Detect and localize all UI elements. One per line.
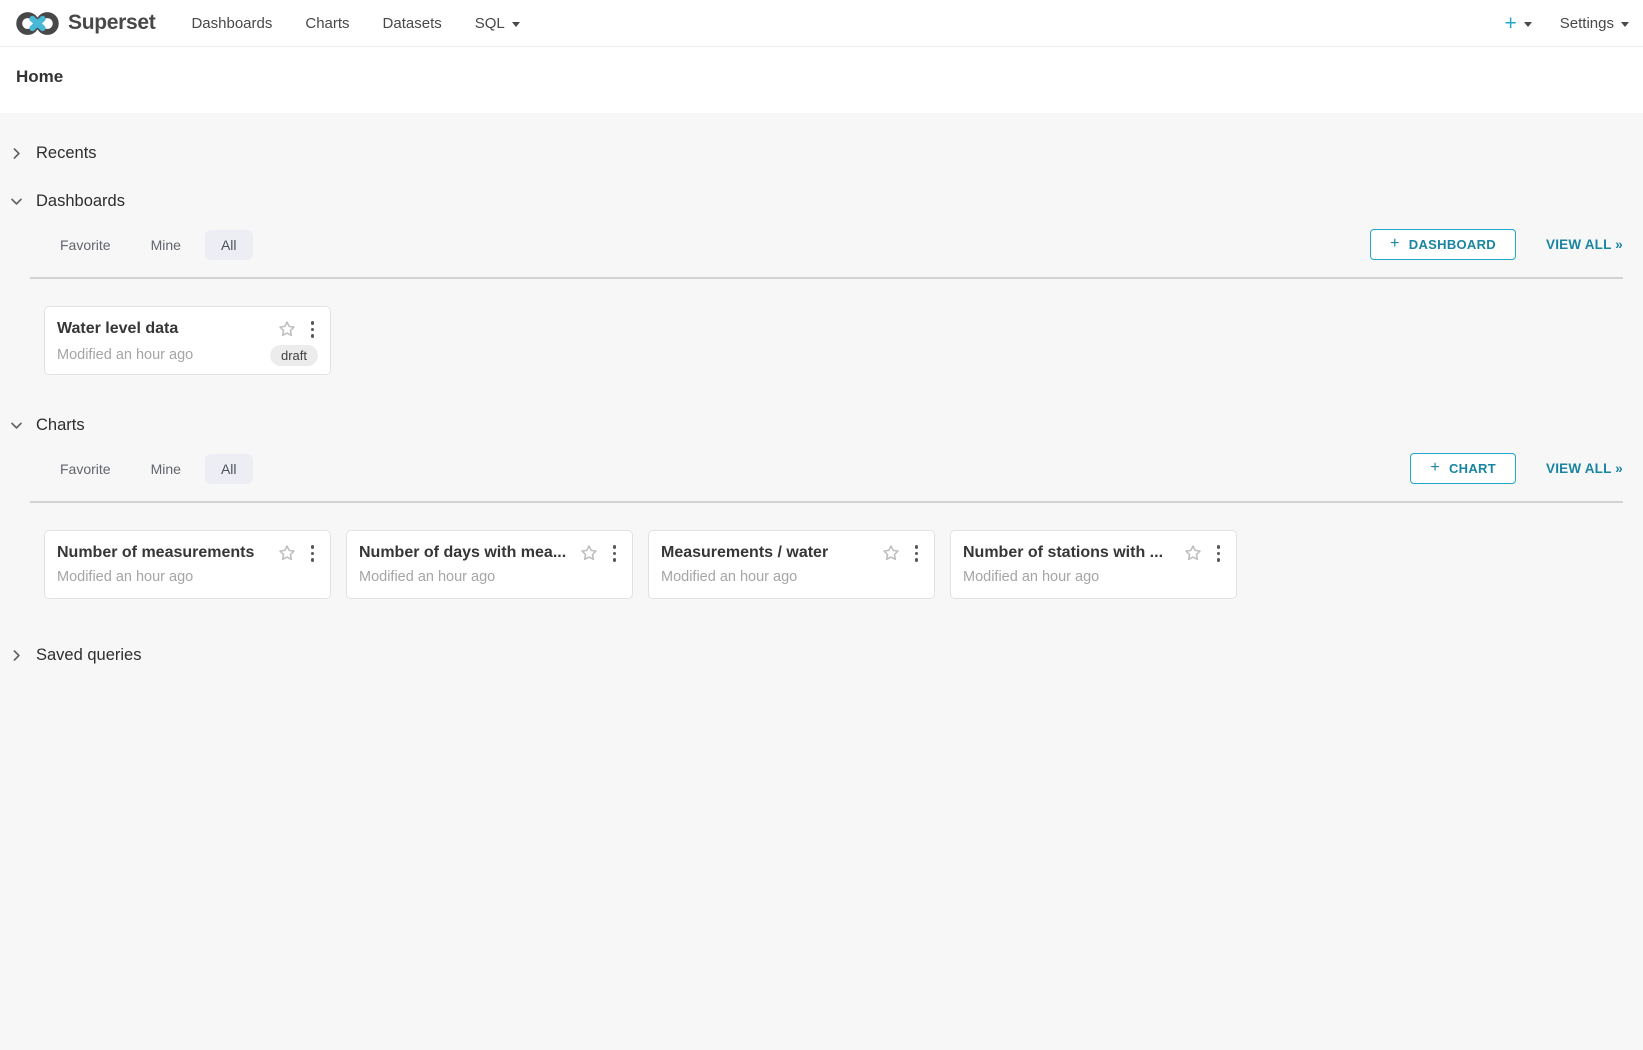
page-title: Home bbox=[16, 67, 1627, 87]
new-dashboard-button[interactable]: + DASHBOARD bbox=[1370, 229, 1516, 260]
kebab-menu-icon[interactable] bbox=[911, 543, 923, 564]
plus-icon: + bbox=[1390, 235, 1400, 253]
caret-down-icon bbox=[1621, 22, 1629, 27]
section-label: Dashboards bbox=[36, 192, 125, 211]
favorite-star-icon[interactable] bbox=[277, 319, 297, 339]
home-content: Recents Dashboards Favorite Mine All + D… bbox=[0, 139, 1643, 709]
tab-all[interactable]: All bbox=[205, 230, 253, 260]
nav-right: + Settings bbox=[1505, 13, 1629, 34]
charts-controls-row: Favorite Mine All + CHART VIEW ALL » bbox=[44, 453, 1623, 484]
chevron-down-icon bbox=[10, 419, 23, 432]
chart-card[interactable]: Number of days with mea... Modified an h… bbox=[346, 530, 633, 599]
dashboards-controls-row: Favorite Mine All + DASHBOARD VIEW ALL » bbox=[44, 229, 1623, 260]
card-modified-text: Modified an hour ago bbox=[661, 569, 922, 585]
kebab-menu-icon[interactable] bbox=[609, 543, 621, 564]
chart-card[interactable]: Number of stations with ... Modified an … bbox=[950, 530, 1237, 599]
plus-icon: + bbox=[1505, 13, 1517, 34]
section-divider bbox=[30, 277, 1623, 279]
section-header-recents[interactable]: Recents bbox=[0, 139, 1643, 167]
section-label: Charts bbox=[36, 416, 85, 435]
charts-filter-tabs: Favorite Mine All bbox=[44, 454, 253, 484]
tab-favorite[interactable]: Favorite bbox=[44, 454, 127, 484]
status-badge: draft bbox=[270, 345, 318, 366]
section-label: Recents bbox=[36, 144, 97, 163]
card-modified-text: Modified an hour ago bbox=[57, 569, 318, 585]
favorite-star-icon[interactable] bbox=[881, 543, 901, 563]
charts-card-row: Number of measurements Modified an hour … bbox=[44, 530, 1623, 599]
brand-name: Superset bbox=[68, 11, 155, 35]
new-chart-button[interactable]: + CHART bbox=[1410, 453, 1516, 484]
section-header-saved-queries[interactable]: Saved queries bbox=[0, 641, 1643, 669]
card-title[interactable]: Number of measurements bbox=[57, 544, 277, 562]
chart-card[interactable]: Measurements / water Modified an hour ag… bbox=[648, 530, 935, 599]
card-title[interactable]: Measurements / water bbox=[661, 544, 881, 562]
chevron-right-icon bbox=[10, 649, 23, 662]
caret-down-icon bbox=[1524, 22, 1532, 27]
settings-dropdown[interactable]: Settings bbox=[1560, 15, 1629, 32]
chevron-right-icon bbox=[10, 147, 23, 160]
dashboard-card[interactable]: Water level data Modified an hour ago dr… bbox=[44, 306, 331, 375]
nav-item-sql-dropdown[interactable]: SQL bbox=[473, 2, 522, 45]
tab-all[interactable]: All bbox=[205, 454, 253, 484]
plus-icon: + bbox=[1430, 459, 1440, 477]
superset-logo-icon bbox=[16, 11, 59, 36]
new-item-dropdown[interactable]: + bbox=[1505, 13, 1532, 34]
dashboards-actions: + DASHBOARD VIEW ALL » bbox=[1370, 229, 1623, 260]
favorite-star-icon[interactable] bbox=[277, 543, 297, 563]
dashboards-card-row: Water level data Modified an hour ago dr… bbox=[44, 306, 1623, 375]
chevron-down-icon bbox=[10, 195, 23, 208]
tab-favorite[interactable]: Favorite bbox=[44, 230, 127, 260]
section-label: Saved queries bbox=[36, 646, 142, 665]
nav-item-dashboards[interactable]: Dashboards bbox=[189, 2, 274, 45]
card-modified-text: Modified an hour ago bbox=[359, 569, 620, 585]
dashboards-view-all-link[interactable]: VIEW ALL » bbox=[1546, 237, 1623, 252]
caret-down-icon bbox=[512, 22, 520, 27]
tab-mine[interactable]: Mine bbox=[135, 454, 197, 484]
nav-item-charts[interactable]: Charts bbox=[303, 2, 351, 45]
card-title[interactable]: Number of days with mea... bbox=[359, 544, 579, 562]
kebab-menu-icon[interactable] bbox=[1213, 543, 1225, 564]
charts-actions: + CHART VIEW ALL » bbox=[1410, 453, 1623, 484]
favorite-star-icon[interactable] bbox=[579, 543, 599, 563]
card-modified-text: Modified an hour ago bbox=[57, 347, 270, 363]
superset-brand[interactable]: Superset bbox=[16, 11, 155, 36]
kebab-menu-icon[interactable] bbox=[307, 319, 319, 340]
tab-mine[interactable]: Mine bbox=[135, 230, 197, 260]
charts-view-all-link[interactable]: VIEW ALL » bbox=[1546, 461, 1623, 476]
card-title[interactable]: Water level data bbox=[57, 320, 277, 338]
dashboards-filter-tabs: Favorite Mine All bbox=[44, 230, 253, 260]
top-navbar: Superset Dashboards Charts Datasets SQL … bbox=[0, 0, 1643, 47]
page-header: Home bbox=[0, 47, 1643, 113]
section-header-dashboards[interactable]: Dashboards bbox=[0, 187, 1643, 215]
kebab-menu-icon[interactable] bbox=[307, 543, 319, 564]
section-header-charts[interactable]: Charts bbox=[0, 411, 1643, 439]
card-title[interactable]: Number of stations with ... bbox=[963, 544, 1183, 562]
chart-card[interactable]: Number of measurements Modified an hour … bbox=[44, 530, 331, 599]
section-divider bbox=[30, 501, 1623, 503]
favorite-star-icon[interactable] bbox=[1183, 543, 1203, 563]
nav-menu: Dashboards Charts Datasets SQL bbox=[189, 2, 550, 45]
nav-item-datasets[interactable]: Datasets bbox=[381, 2, 444, 45]
card-modified-text: Modified an hour ago bbox=[963, 569, 1224, 585]
